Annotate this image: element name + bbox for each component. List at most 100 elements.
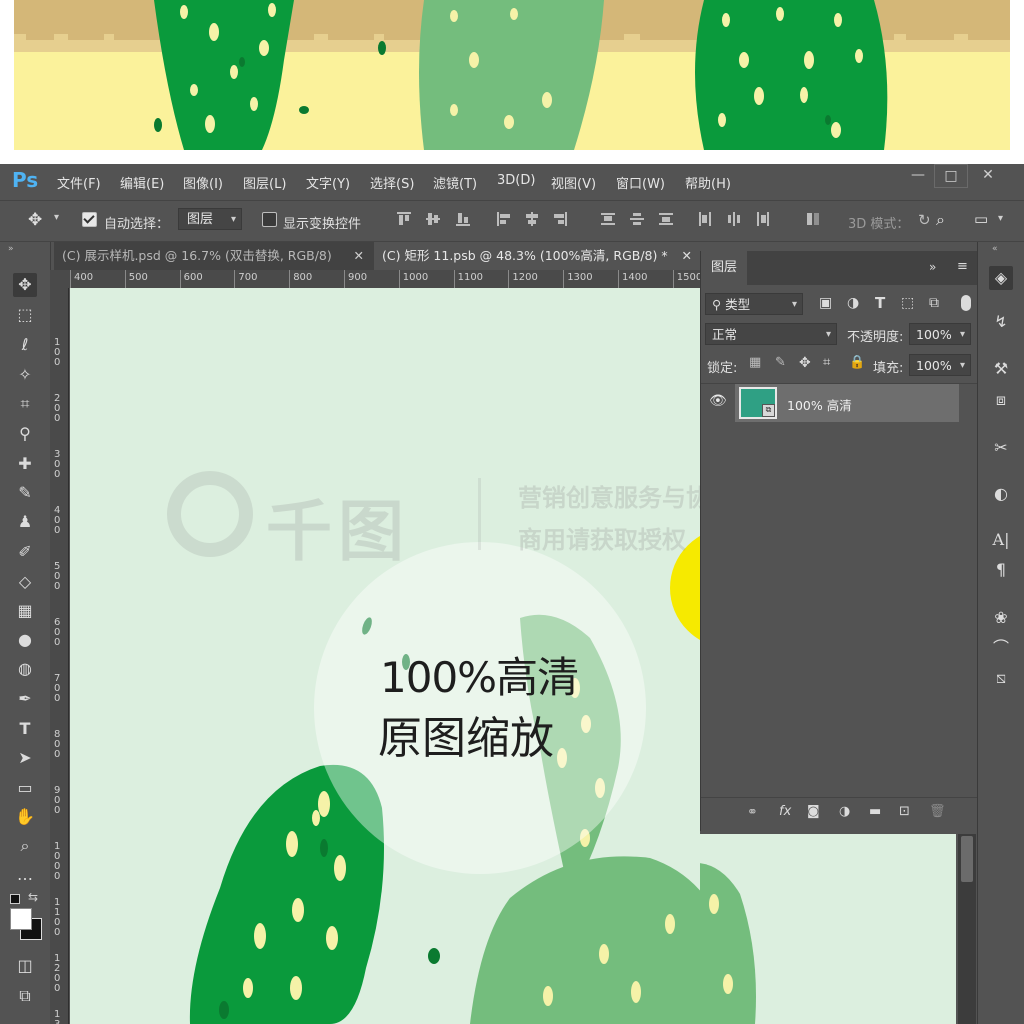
rotate-3d-icon[interactable]: ↻ [918,211,931,229]
hand-tool-icon[interactable]: ✋ [13,805,37,829]
distribute-right-icon[interactable] [755,211,771,227]
lock-position-icon[interactable]: ✥ [799,355,811,371]
document-canvas-right[interactable] [700,834,956,1024]
brush-presets-icon[interactable]: ⚒ [989,357,1013,381]
dodge-tool-icon[interactable]: ◍ [13,657,37,681]
vertical-scrollbar[interactable] [958,834,976,1024]
align-hcenter-icon[interactable] [524,211,540,227]
align-top-icon[interactable] [396,211,412,227]
swap-colors-icon[interactable]: ⇆ [28,890,38,904]
collapse-icon[interactable]: « [992,244,998,254]
menu-type[interactable]: 文字(Y) [306,173,350,192]
default-colors-icon[interactable] [10,894,20,904]
maximize-button[interactable]: □ [934,164,968,188]
search-icon[interactable]: ⌕ [936,210,945,230]
distribute-bottom-icon[interactable] [658,211,674,227]
history-brush-icon[interactable]: ✐ [13,540,37,564]
brush-tool-icon[interactable]: ✎ [13,481,37,505]
quick-mask-icon[interactable]: ◫ [13,954,37,978]
blend-mode-dropdown[interactable]: 正常 ▾ [705,323,837,345]
align-vcenter-icon[interactable] [425,211,441,227]
filter-type-icon[interactable]: T [875,294,885,312]
tab-rect-psb[interactable]: (C) 矩形 11.psb @ 48.3% (100%高清, RGB/8) * … [374,242,700,270]
new-layer-icon[interactable]: ⊡ [899,804,910,819]
pen-tool-icon[interactable]: ✒ [13,687,37,711]
filter-smart-icon[interactable]: ⧉ [929,295,939,311]
layer-row[interactable]: ⧉ 100% 高清 [735,384,959,422]
eyedropper-icon[interactable]: ⚲ [13,422,37,446]
close-icon[interactable]: ✕ [354,242,364,270]
align-left-icon[interactable] [496,211,512,227]
menu-file[interactable]: 文件(F) [57,173,101,192]
menu-3d[interactable]: 3D(D) [497,173,535,188]
lock-all-icon[interactable]: 🔒 [849,355,865,370]
foreground-color-swatch[interactable] [10,908,32,930]
document-canvas[interactable]: 千图 营销创意服务与协作平台 商用请获取授权 100%高清 原图缩放 [70,288,700,1024]
paths-icon[interactable]: ⌒ [989,636,1013,660]
link-layers-icon[interactable]: ⚭ [747,805,758,820]
menu-image[interactable]: 图像(I) [183,173,223,192]
lock-artboard-icon[interactable]: ⌗ [823,355,830,370]
filter-toggle[interactable] [961,295,971,311]
rectangle-tool-icon[interactable]: ▭ [13,776,37,800]
more-tools-icon[interactable]: … [13,863,37,887]
auto-align-icon[interactable] [805,211,821,227]
stamp-tool-icon[interactable]: ♟ [13,510,37,534]
add-mask-icon[interactable]: ◙ [807,804,820,819]
path-select-icon[interactable]: ➤ [13,746,37,770]
distribute-vcenter-icon[interactable] [629,211,645,227]
brush-settings-icon[interactable]: ⧈ [989,388,1013,412]
auto-select-target-dropdown[interactable]: 图层 ▾ [178,208,242,230]
distribute-hcenter-icon[interactable] [726,211,742,227]
menu-view[interactable]: 视图(V) [551,173,596,192]
filter-adjust-icon[interactable]: ◑ [847,295,859,311]
adjustments-icon[interactable]: ◐ [989,482,1013,506]
history-panel-icon[interactable]: ↯ [989,310,1013,334]
trash-icon[interactable]: 🗑 [929,804,946,819]
collapse-icon[interactable]: » [8,244,14,254]
blur-tool-icon[interactable]: ● [13,628,37,652]
menu-edit[interactable]: 编辑(E) [120,173,164,192]
distribute-top-icon[interactable] [600,211,616,227]
filter-shape-icon[interactable]: ⬚ [901,295,914,311]
layer-filter-dropdown[interactable]: ⚲ 类型 ▾ [705,293,803,315]
scrollbar-thumb[interactable] [961,836,973,882]
fx-icon[interactable]: fx [779,804,791,819]
menu-filter[interactable]: 滤镜(T) [433,173,477,192]
distribute-left-icon[interactable] [697,211,713,227]
crop-tool-icon[interactable]: ⌗ [13,392,37,416]
lasso-tool-icon[interactable]: ℓ [13,333,37,357]
fill-input[interactable]: 100% ▾ [909,354,971,376]
eraser-tool-icon[interactable]: ◇ [13,570,37,594]
auto-select-checkbox[interactable] [82,212,97,227]
menu-window[interactable]: 窗口(W) [616,173,665,192]
tool-presets-icon[interactable]: ✂ [989,436,1013,460]
chevron-down-icon[interactable]: ▾ [998,213,1003,224]
tab-showcase-psd[interactable]: (C) 展示样机.psd @ 16.7% (双击替换, RGB/8) ✕ [54,242,372,270]
marquee-tool-icon[interactable]: ⬚ [13,303,37,327]
opacity-input[interactable]: 100% ▾ [909,323,971,345]
align-bottom-icon[interactable] [455,211,471,227]
gradient-tool-icon[interactable]: ▦ [13,599,37,623]
menu-layer[interactable]: 图层(L) [243,173,286,192]
tab-layers[interactable]: 图层 [701,251,747,285]
align-right-icon[interactable] [552,211,568,227]
move-tool-icon[interactable]: ✥ [13,273,37,297]
menu-select[interactable]: 选择(S) [370,173,414,192]
healing-brush-icon[interactable]: ✚ [13,452,37,476]
magic-wand-icon[interactable]: ✧ [13,363,37,387]
properties-icon[interactable]: ⧅ [989,666,1013,690]
chevron-down-icon[interactable]: ▾ [54,212,59,223]
paragraph-panel-icon[interactable]: ¶ [989,558,1013,582]
menu-help[interactable]: 帮助(H) [685,173,731,192]
layers-panel-icon[interactable]: ◈ [989,266,1013,290]
channels-icon[interactable]: ❀ [989,606,1013,630]
zoom-tool-icon[interactable]: ⌕ [13,834,37,858]
lock-transparent-icon[interactable]: ▦ [749,355,761,370]
screen-mode-icon[interactable]: ⧉ [13,984,37,1008]
adjustment-layer-icon[interactable]: ◑ [839,804,850,819]
show-transform-checkbox[interactable] [262,212,277,227]
panel-menu-icon[interactable]: ≡ [957,259,968,274]
lock-image-icon[interactable]: ✎ [775,355,786,370]
character-panel-icon[interactable]: A| [989,528,1013,552]
